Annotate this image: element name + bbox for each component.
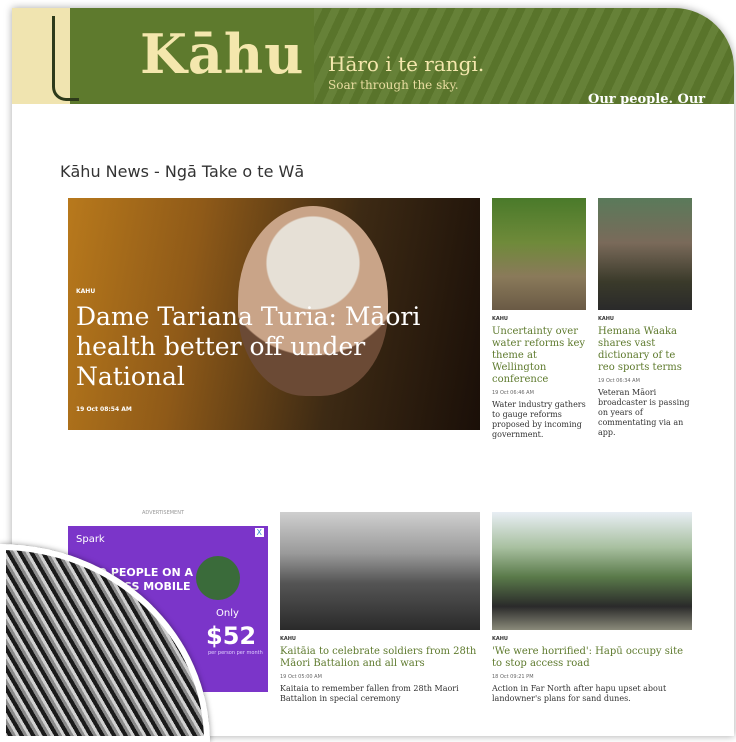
ad-close-icon[interactable]: X [254, 528, 264, 537]
site-slogan: Our people. Our stories. [588, 92, 706, 122]
bottom-story-kicker: KAHU [492, 636, 508, 642]
side-story-desc: Veteran Māori broadcaster is passing on … [598, 388, 690, 437]
side-story-photo [598, 198, 692, 310]
side-story-time: 19 Oct 06:46 AM [492, 390, 534, 396]
side-story-time: 19 Oct 06:34 AM [598, 378, 640, 384]
ad-only-label: Only [216, 608, 239, 619]
bottom-story-kicker: KAHU [280, 636, 296, 642]
ad-fine-print: per person per month [208, 650, 263, 656]
section-title: Kāhu News - Ngā Take o te Wā [60, 162, 305, 181]
site-header: Kāhu Hāro i te rangi. Soar through the s… [12, 8, 734, 104]
side-story-title[interactable]: Uncertainty over water reforms key theme… [492, 326, 586, 386]
hero-headline[interactable]: Dame Tariana Turia: Māori health better … [76, 302, 476, 392]
side-story-kicker: KAHU [492, 316, 508, 322]
side-story[interactable]: KAHU Uncertainty over water reforms key … [492, 198, 586, 440]
side-story-kicker: KAHU [598, 316, 614, 322]
hero-kicker: KAHU [76, 288, 96, 295]
bottom-story-time: 18 Oct 09:21 PM [492, 674, 534, 680]
hero-time: 19 Oct 08:54 AM [76, 406, 132, 413]
ad-price: $52 [206, 622, 257, 650]
ad-photo [196, 556, 240, 600]
bottom-story-time: 19 Oct 05:00 AM [280, 674, 322, 680]
side-story-title[interactable]: Hemana Waaka shares vast dictionary of t… [598, 326, 692, 374]
fishhook-logo-icon [52, 16, 79, 101]
bottom-story[interactable]: KAHU 'We were horrified': Hapū occupy si… [492, 512, 692, 704]
bottom-story-desc: Kaitaia to remember fallen from 28th Mao… [280, 684, 459, 703]
page-frame: Kāhu Hāro i te rangi. Soar through the s… [0, 0, 736, 742]
spark-logo: Spark [76, 534, 105, 545]
bottom-story[interactable]: KAHU Kaitāia to celebrate soldiers from … [280, 512, 480, 704]
tagline-maori: Hāro i te rangi. [328, 52, 485, 76]
bottom-story-desc: Action in Far North after hapu upset abo… [492, 684, 667, 703]
side-story[interactable]: KAHU Hemana Waaka shares vast dictionary… [598, 198, 692, 438]
hero-story[interactable]: KAHU Dame Tariana Turia: Māori health be… [68, 198, 480, 430]
tagline-english: Soar through the sky. [328, 78, 459, 92]
side-story-photo [492, 198, 586, 310]
bottom-story-photo [280, 512, 480, 630]
bottom-story-photo [492, 512, 692, 630]
bottom-story-title[interactable]: Kaitāia to celebrate soldiers from 28th … [280, 646, 480, 670]
ad-label: ADVERTISEMENT [142, 510, 185, 516]
side-story-desc: Water industry gathers to gauge reforms … [492, 400, 586, 439]
bottom-story-title[interactable]: 'We were horrified': Hapū occupy site to… [492, 646, 692, 670]
site-logo[interactable]: Kāhu [140, 22, 304, 86]
